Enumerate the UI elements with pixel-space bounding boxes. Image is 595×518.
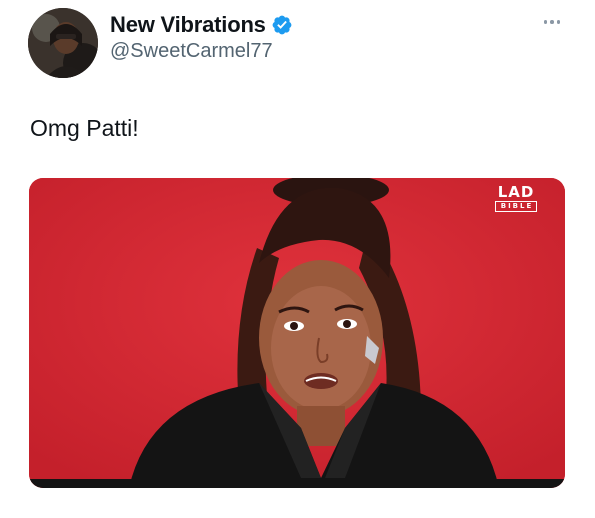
verified-badge-icon <box>271 14 293 36</box>
watermark-top: LAD <box>497 183 535 201</box>
avatar[interactable] <box>28 8 98 78</box>
video-still-image <box>29 178 565 488</box>
author-info: New Vibrations @SweetCarmel77 <box>110 12 293 63</box>
ladbible-logo: LAD BIBLE <box>493 185 539 212</box>
more-options-icon[interactable] <box>540 14 564 30</box>
watermark-bottom: BIBLE <box>494 201 538 212</box>
display-name[interactable]: New Vibrations <box>110 12 266 38</box>
tweet-media[interactable]: LAD BIBLE <box>29 178 565 488</box>
author-handle[interactable]: @SweetCarmel77 <box>110 40 293 63</box>
display-name-row: New Vibrations <box>110 12 293 38</box>
tweet-header: New Vibrations @SweetCarmel77 <box>28 8 568 78</box>
tweet-text: Omg Patti! <box>30 115 139 141</box>
avatar-image <box>28 8 98 78</box>
